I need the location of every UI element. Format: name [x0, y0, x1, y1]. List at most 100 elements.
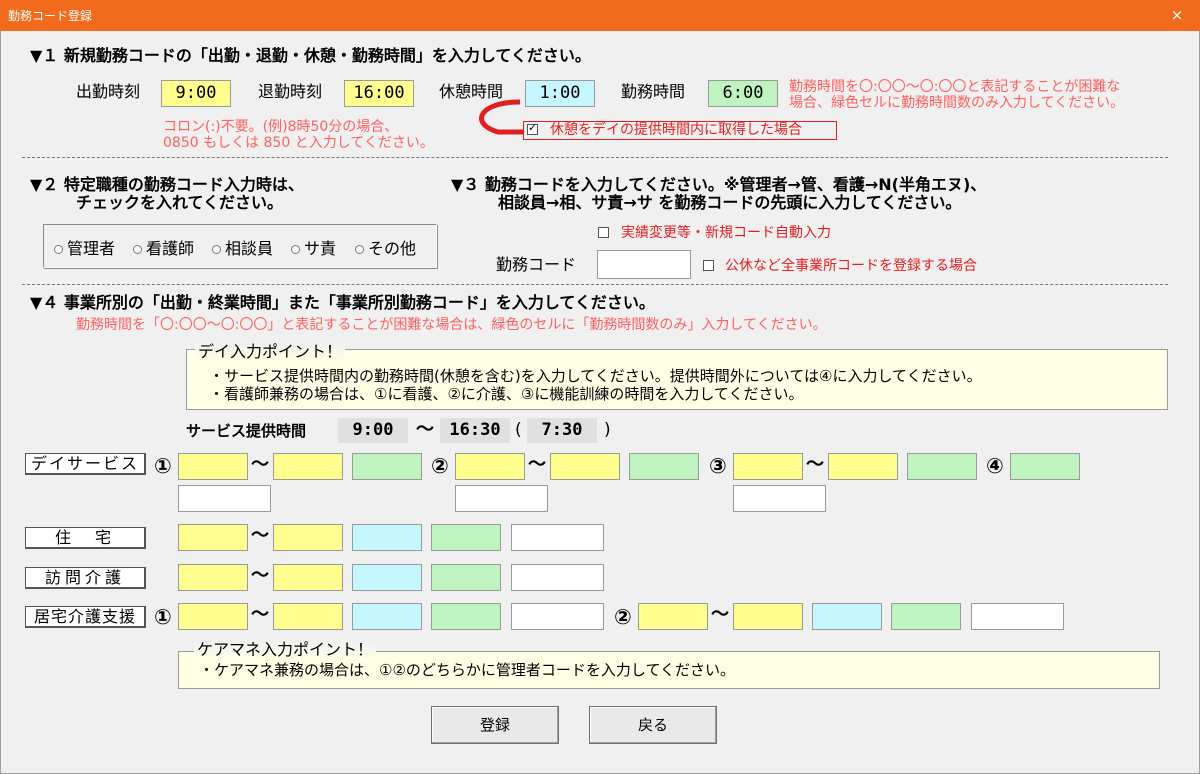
day2-tilde: ～ [528, 454, 546, 475]
paren-open: ( [515, 420, 522, 440]
day3-start-input[interactable] [733, 453, 803, 480]
visit-code-input[interactable] [511, 564, 604, 591]
row-label-day-service: デイサービス [25, 453, 146, 475]
radio-other[interactable]: その他 [355, 241, 416, 257]
day3-hours-input[interactable] [907, 453, 977, 480]
day2-hours-input[interactable] [629, 453, 699, 480]
care1-hours-input[interactable] [431, 603, 501, 630]
house-break-input[interactable] [352, 524, 422, 551]
paren-close: ) [604, 420, 611, 440]
circled-1: ① [154, 454, 172, 478]
care2-tilde: ～ [711, 604, 729, 625]
day1-tilde: ～ [251, 454, 269, 475]
house-code-input[interactable] [511, 524, 604, 551]
care1-start-input[interactable] [178, 603, 248, 630]
all-office-label: 公休など全事業所コードを登録する場合 [725, 258, 977, 274]
end-time-label: 退勤時刻 [258, 82, 323, 101]
visit-end-input[interactable] [273, 564, 343, 591]
day2-start-input[interactable] [455, 453, 525, 480]
day-point-line-1: ・サービス提供時間内の勤務時間(休憩を含む)を入力してください。提供時間外につい… [209, 367, 982, 385]
care2-start-input[interactable] [638, 603, 708, 630]
circled-3: ③ [709, 454, 727, 478]
house-start-input[interactable] [178, 524, 248, 551]
care1-code-input[interactable] [511, 603, 604, 630]
work-time-note-2: 場合、緑色セルに勤務時間数のみ入力してください。 [789, 95, 1125, 111]
break-check-label: 休憩をデイの提供時間内に取得した場合 [550, 122, 802, 138]
break-checkbox[interactable] [527, 121, 538, 135]
cm-point-title: ケアマネ入力ポイント！ [194, 641, 377, 659]
radio-other-dot[interactable] [355, 245, 364, 254]
row-label-housing: 住 宅 [25, 527, 146, 549]
row-label-visit-care: 訪問介護 [25, 567, 146, 589]
service-hours: 7:30 [527, 418, 597, 443]
window-title: 勤務コード登録 [8, 9, 93, 23]
radio-service-manager[interactable]: サ責 [291, 241, 336, 257]
circled-2: ② [431, 454, 449, 478]
service-end: 16:30 [440, 418, 510, 443]
care1-tilde: ～ [251, 604, 269, 625]
radio-counselor[interactable]: 相談員 [212, 241, 273, 257]
day1-hours-input[interactable] [352, 453, 422, 480]
section2-heading-1: ▼２ 特定職種の勤務コード入力時は、 [30, 175, 304, 194]
day3-code-input[interactable] [733, 485, 826, 512]
work-time-note-1: 勤務時間を〇:〇〇～〇:〇〇と表記することが困難な [789, 79, 1121, 95]
all-office-checkbox[interactable] [703, 260, 714, 271]
house-tilde: ～ [251, 525, 269, 546]
section3-heading-1: ▼３ 勤務コードを入力してください。※管理者→管、看護→N(半角エヌ)、 [451, 175, 987, 194]
radio-nurse-dot[interactable] [133, 245, 142, 254]
care-circled-2: ② [614, 605, 632, 629]
service-time-label: サービス提供時間 [186, 422, 307, 440]
divider-2 [22, 284, 1168, 285]
colon-note-1: コロン(:)不要。(例)8時50分の場合、 [163, 119, 399, 135]
care2-end-input[interactable] [733, 603, 803, 630]
close-button[interactable]: × [1154, 0, 1200, 31]
section3-heading-2: 相談員→相、サ責→サ を勤務コードの先頭に入力してください。 [498, 193, 962, 212]
day1-code-input[interactable] [178, 485, 271, 512]
divider-1 [22, 157, 1168, 158]
day4-hours-input[interactable] [1010, 453, 1080, 480]
day2-code-input[interactable] [455, 485, 548, 512]
radio-admin-dot[interactable] [54, 245, 63, 254]
start-time-label: 出勤時刻 [76, 82, 141, 101]
auto-input-checkbox[interactable] [598, 227, 609, 238]
visit-start-input[interactable] [178, 564, 248, 591]
circled-4: ④ [986, 454, 1004, 478]
care2-break-input[interactable] [812, 603, 882, 630]
care2-hours-input[interactable] [891, 603, 961, 630]
day3-end-input[interactable] [828, 453, 898, 480]
service-start: 9:00 [338, 418, 408, 443]
work-time-label: 勤務時間 [621, 82, 686, 101]
radio-admin[interactable]: 管理者 [54, 241, 115, 257]
day-point-line-2: ・看護師兼務の場合は、①に看護、②に介護、③に機能訓練の時間を入力してください。 [209, 385, 804, 403]
care1-break-input[interactable] [352, 603, 422, 630]
section2-heading-2: チェックを入れてください。 [76, 193, 284, 212]
work-time-input[interactable]: 6:00 [708, 80, 778, 107]
code-label: 勤務コード [496, 255, 577, 274]
code-input[interactable] [597, 250, 691, 279]
care-circled-1: ① [154, 605, 172, 629]
register-button[interactable]: 登録 [431, 706, 559, 744]
job-type-group: 管理者 看護師 相談員 サ責 その他 [43, 224, 437, 268]
start-time-input[interactable]: 9:00 [161, 80, 231, 107]
day1-end-input[interactable] [273, 453, 343, 480]
care2-code-input[interactable] [971, 603, 1064, 630]
visit-tilde: ～ [251, 565, 269, 586]
day1-start-input[interactable] [178, 453, 248, 480]
visit-hours-input[interactable] [431, 564, 501, 591]
care1-end-input[interactable] [273, 603, 343, 630]
radio-service-manager-dot[interactable] [291, 245, 300, 254]
day2-end-input[interactable] [550, 453, 620, 480]
house-end-input[interactable] [273, 524, 343, 551]
visit-break-input[interactable] [352, 564, 422, 591]
section4-note: 勤務時間を「〇:〇〇～〇:〇〇」と表記することが困難な場合は、緑色のセルに「勤務… [76, 317, 827, 333]
house-hours-input[interactable] [431, 524, 501, 551]
section1-heading: ▼１ 新規勤務コードの「出勤・退勤・休憩・勤務時間」を入力してください。 [30, 46, 591, 65]
back-button[interactable]: 戻る [589, 706, 717, 744]
auto-input-label: 実績変更等・新規コード自動入力 [621, 225, 831, 241]
radio-nurse[interactable]: 看護師 [133, 241, 194, 257]
service-tilde: ～ [416, 419, 434, 440]
row-label-care-support: 居宅介護支援 [25, 606, 146, 628]
radio-counselor-dot[interactable] [212, 245, 221, 254]
section4-heading: ▼４ 事業所別の「出勤・終業時間」また「事業所別勤務コード」を入力してください。 [30, 293, 655, 312]
end-time-input[interactable]: 16:00 [344, 80, 414, 107]
